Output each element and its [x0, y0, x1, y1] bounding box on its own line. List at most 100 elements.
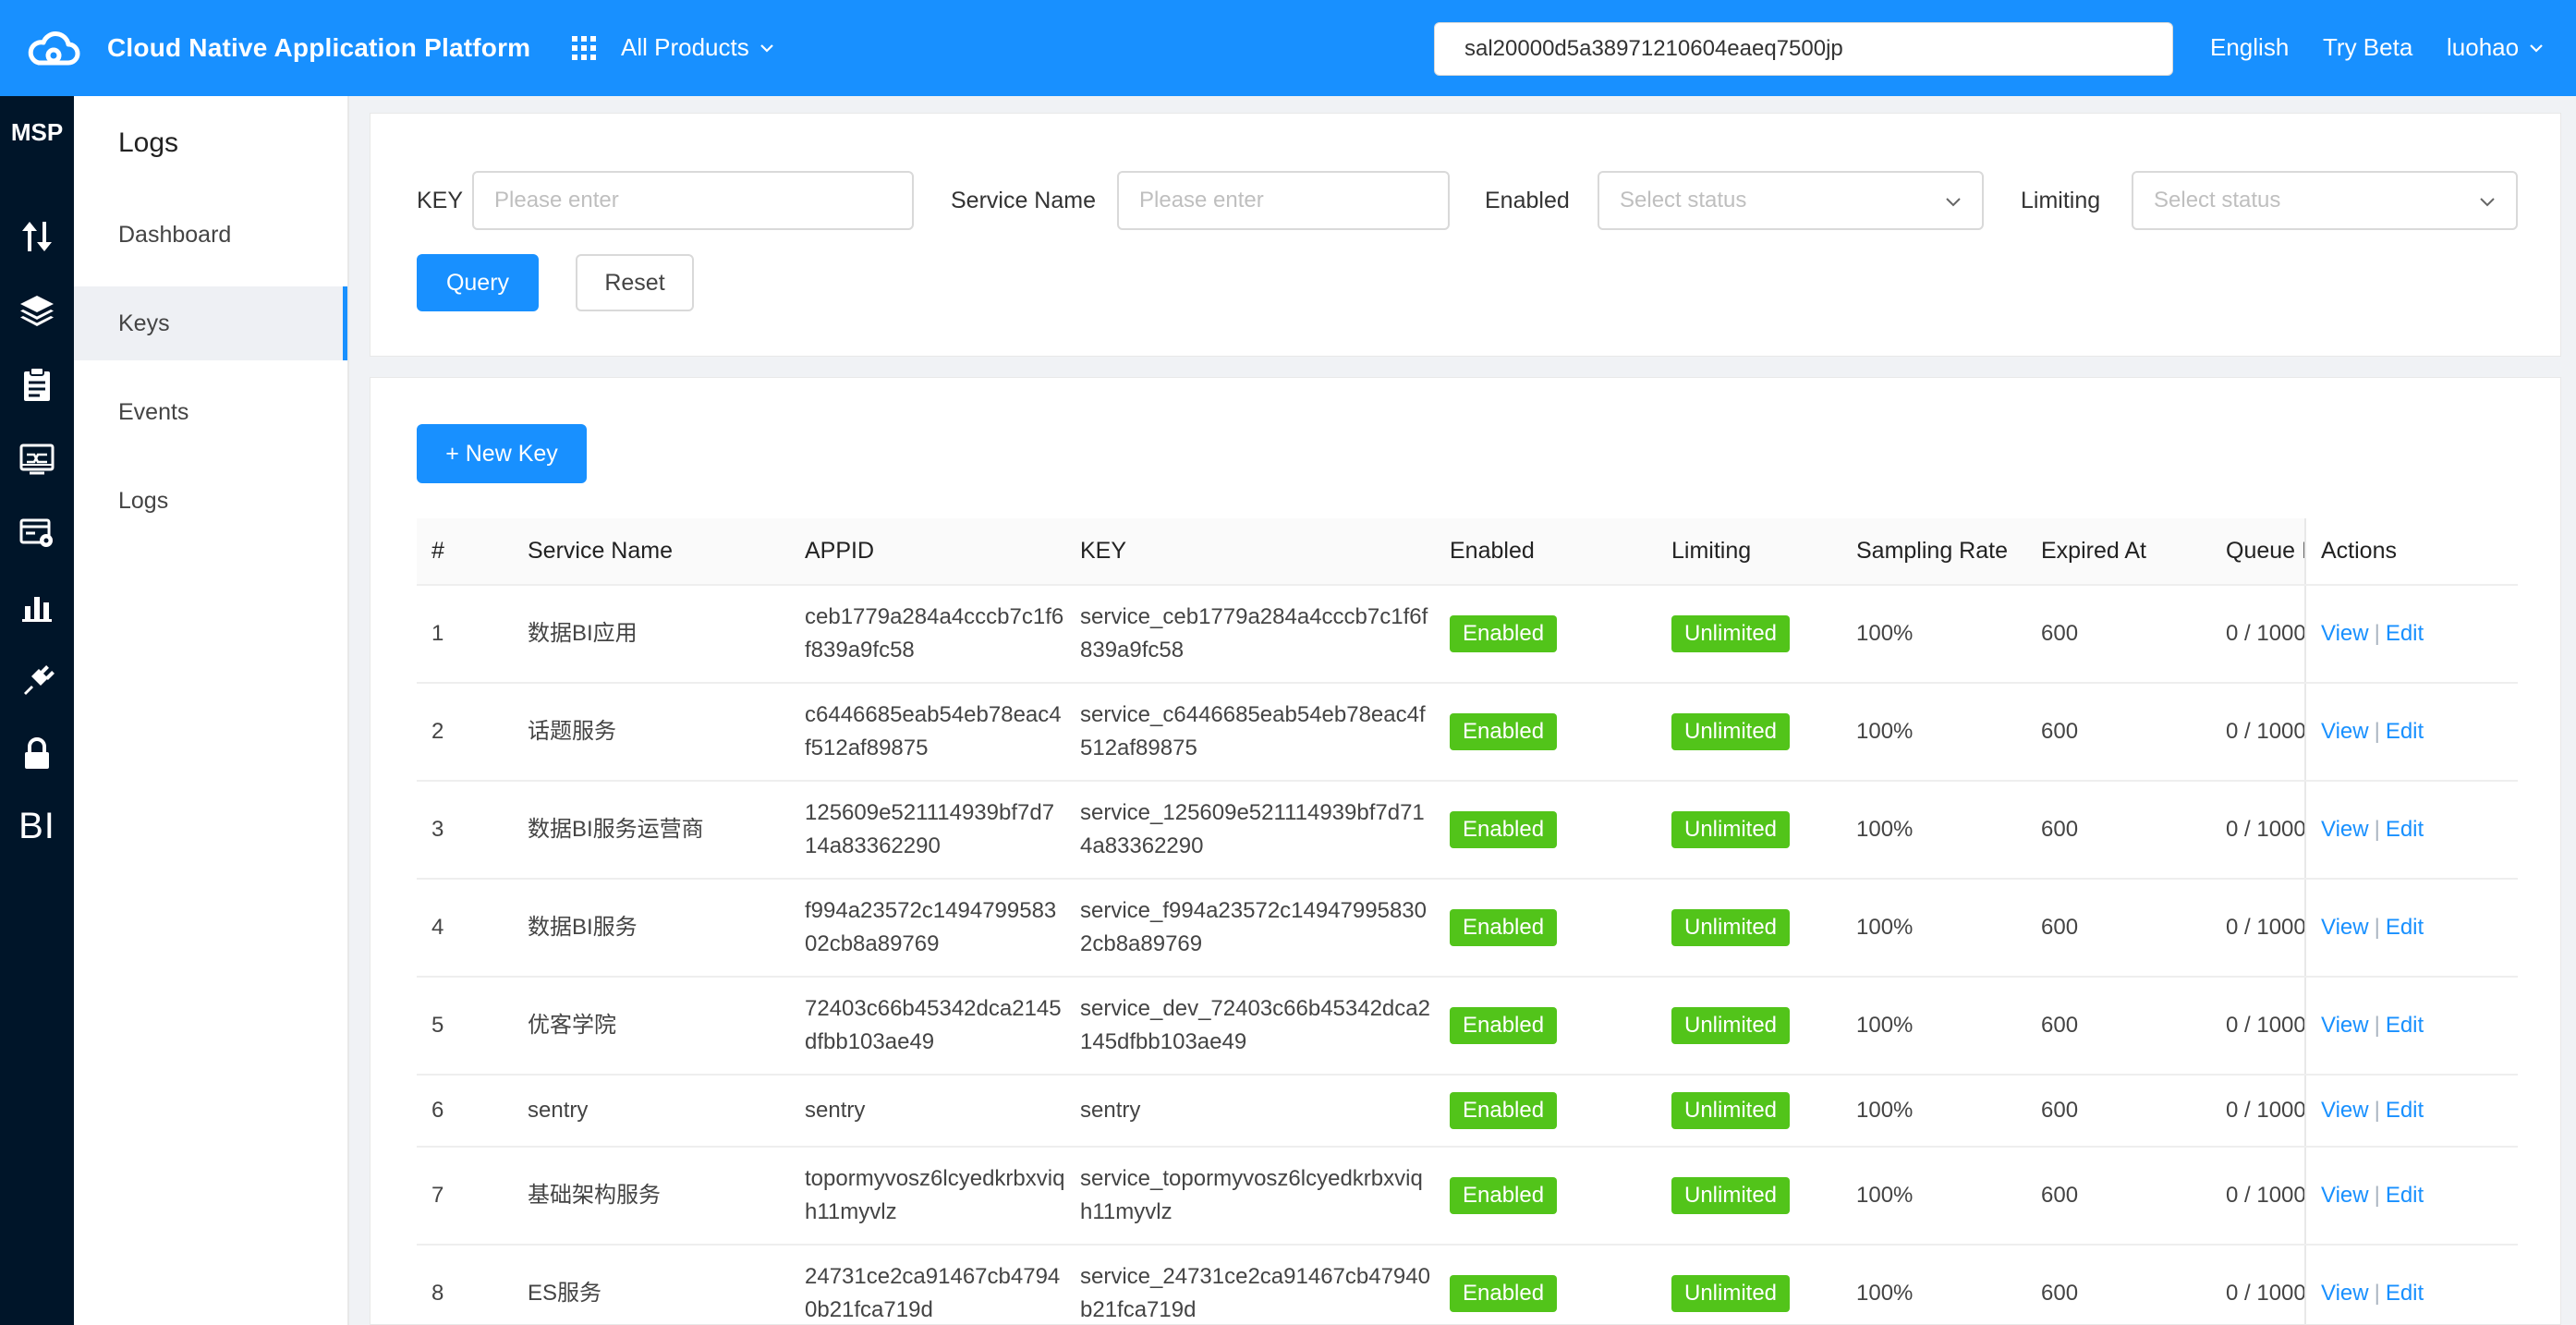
cloud-logo-icon[interactable]: [26, 26, 81, 70]
enabled-cell: Enabled: [1435, 1147, 1657, 1246]
key-cell: service_ceb1779a284a4cccb7c1f6f839a9fc58: [1065, 585, 1435, 684]
edit-link[interactable]: Edit: [2386, 1183, 2424, 1208]
new-key-button[interactable]: + New Key: [417, 424, 587, 483]
key-cell: service_24731ce2ca91467cb47940b21fca719d: [1065, 1245, 1435, 1324]
column-header: Actions: [2304, 518, 2518, 586]
edit-link[interactable]: Edit: [2386, 719, 2424, 744]
expired-at-cell: 600: [2026, 585, 2211, 684]
query-button[interactable]: Query: [417, 254, 539, 311]
actions-cell: View | Edit: [2304, 1147, 2518, 1246]
sidebar-item-keys[interactable]: Keys: [74, 286, 347, 360]
service-name-cell: sentry: [513, 1075, 790, 1148]
column-header: Queue I: [2211, 518, 2305, 586]
global-search-input[interactable]: [1434, 22, 2173, 76]
view-link[interactable]: View: [2321, 817, 2369, 842]
appid-cell: sentry: [790, 1075, 1065, 1148]
key-cell: service_topormyvosz6lcyedkrbxviqh11myvlz: [1065, 1147, 1435, 1246]
view-link[interactable]: View: [2321, 1098, 2369, 1123]
view-link[interactable]: View: [2321, 1281, 2369, 1306]
try-beta-link[interactable]: Try Beta: [2323, 33, 2412, 62]
enabled-filter-label: Enabled: [1485, 188, 1570, 213]
enabled-status-select[interactable]: Select status: [1598, 171, 1984, 230]
expired-at-cell: 600: [2026, 879, 2211, 978]
key-filter-input[interactable]: Please enter: [472, 171, 914, 230]
row-number: 4: [417, 879, 513, 978]
sidebar-item-logs[interactable]: Logs: [74, 464, 347, 538]
enabled-status-badge: Enabled: [1450, 1275, 1558, 1312]
limiting-filter-label: Limiting: [2021, 188, 2101, 213]
view-link[interactable]: View: [2321, 1013, 2369, 1038]
limiting-cell: Unlimited: [1657, 1147, 1841, 1246]
sampling-rate-cell: 100%: [1841, 585, 2026, 684]
table-row: 1 数据BI应用 ceb1779a284a4cccb7c1f6f839a9fc5…: [417, 585, 2518, 684]
bi-icon[interactable]: BI: [11, 800, 63, 852]
limiting-status-badge: Unlimited: [1671, 1007, 1791, 1044]
appid-cell: 24731ce2ca91467cb47940b21fca719d: [790, 1245, 1065, 1324]
key-cell: service_c6446685eab54eb78eac4f512af89875: [1065, 683, 1435, 782]
edit-link[interactable]: Edit: [2386, 621, 2424, 646]
column-header: Expired At: [2026, 518, 2211, 586]
limiting-cell: Unlimited: [1657, 683, 1841, 782]
reset-button[interactable]: Reset: [576, 254, 694, 311]
rail-title[interactable]: MSP: [0, 118, 74, 147]
edit-link[interactable]: Edit: [2386, 1281, 2424, 1306]
service-name-cell: 优客学院: [513, 977, 790, 1076]
row-number: 6: [417, 1075, 513, 1148]
sidebar-item-events[interactable]: Events: [74, 375, 347, 449]
sidebar-item-dashboard[interactable]: Dashboard: [74, 198, 347, 272]
enabled-cell: Enabled: [1435, 585, 1657, 684]
enabled-status-badge: Enabled: [1450, 811, 1558, 848]
edit-link[interactable]: Edit: [2386, 1098, 2424, 1123]
sampling-rate-cell: 100%: [1841, 1147, 2026, 1246]
limiting-status-badge: Unlimited: [1671, 1275, 1791, 1312]
row-number: 1: [417, 585, 513, 684]
bar-chart-icon[interactable]: [11, 580, 63, 632]
limiting-select-placeholder: Select status: [2154, 188, 2281, 213]
chevron-down-icon: [759, 43, 773, 53]
user-name: luohao: [2447, 33, 2520, 61]
queue-cell: 0 / 1000: [2211, 977, 2305, 1076]
queue-cell: 0 / 1000: [2211, 585, 2305, 684]
limiting-status-badge: Unlimited: [1671, 1092, 1791, 1129]
sampling-rate-cell: 100%: [1841, 977, 2026, 1076]
table-row: 8 ES服务 24731ce2ca91467cb47940b21fca719d …: [417, 1245, 2518, 1324]
monitor-icon[interactable]: [11, 432, 63, 484]
filter-panel: KEY Please enter Service Name Please ent…: [370, 113, 2561, 357]
plug-icon[interactable]: [11, 654, 63, 706]
language-switch[interactable]: English: [2210, 33, 2289, 62]
limiting-status-select[interactable]: Select status: [2132, 171, 2518, 230]
key-filter-label: KEY: [417, 188, 464, 213]
appid-cell: topormyvosz6lcyedkrbxviqh11myvlz: [790, 1147, 1065, 1246]
appid-cell: 125609e521114939bf7d714a83362290: [790, 781, 1065, 880]
user-menu[interactable]: luohao: [2447, 33, 2545, 62]
view-link[interactable]: View: [2321, 719, 2369, 744]
clipboard-icon[interactable]: [11, 359, 63, 410]
view-link[interactable]: View: [2321, 621, 2369, 646]
actions-cell: View | Edit: [2304, 585, 2518, 684]
lock-icon[interactable]: [11, 728, 63, 780]
limiting-cell: Unlimited: [1657, 781, 1841, 880]
view-link[interactable]: View: [2321, 915, 2369, 940]
edit-link[interactable]: Edit: [2386, 817, 2424, 842]
limiting-status-badge: Unlimited: [1671, 713, 1791, 750]
expired-at-cell: 600: [2026, 1147, 2211, 1246]
limiting-cell: Unlimited: [1657, 585, 1841, 684]
queue-cell: 0 / 1000: [2211, 1245, 2305, 1324]
card-settings-icon[interactable]: [11, 506, 63, 558]
layers-icon[interactable]: [11, 285, 63, 336]
view-link[interactable]: View: [2321, 1183, 2369, 1208]
expired-at-cell: 600: [2026, 1245, 2211, 1324]
actions-cell: View | Edit: [2304, 1245, 2518, 1324]
key-cell: service_dev_72403c66b45342dca2145dfbb103…: [1065, 977, 1435, 1076]
sampling-rate-cell: 100%: [1841, 879, 2026, 978]
service-name-filter-input[interactable]: Please enter: [1117, 171, 1450, 230]
apps-grid-icon[interactable]: [571, 35, 597, 61]
edit-link[interactable]: Edit: [2386, 1013, 2424, 1038]
actions-cell: View | Edit: [2304, 977, 2518, 1076]
queue-cell: 0 / 1000: [2211, 683, 2305, 782]
row-number: 3: [417, 781, 513, 880]
transfer-icon[interactable]: [11, 211, 63, 262]
edit-link[interactable]: Edit: [2386, 915, 2424, 940]
key-cell: service_f994a23572c149479958302cb8a89769: [1065, 879, 1435, 978]
all-products-menu[interactable]: All Products: [621, 33, 775, 62]
